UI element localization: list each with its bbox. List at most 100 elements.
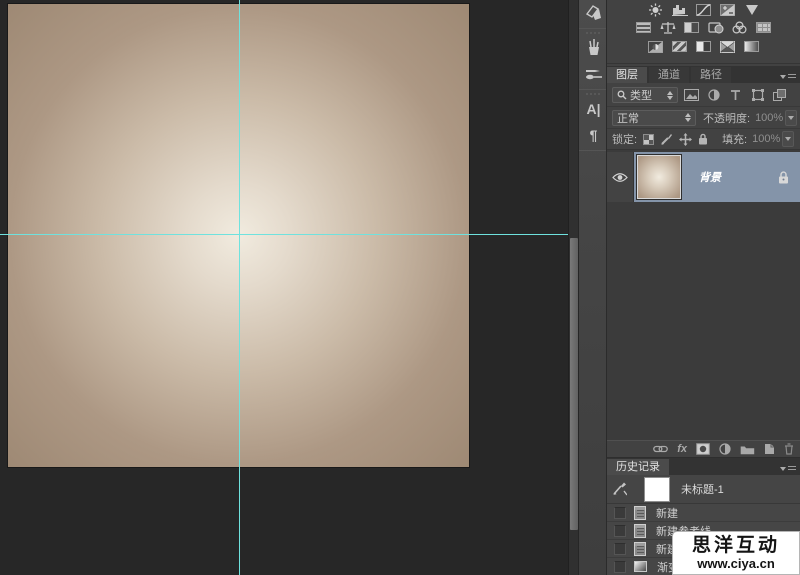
filter-kind-select[interactable]: 类型 [612, 87, 678, 103]
threshold-icon[interactable] [695, 40, 712, 53]
new-layer-icon[interactable] [764, 443, 775, 455]
snapshot-name[interactable]: 未标题-1 [681, 481, 724, 497]
snapshot-thumbnail[interactable] [644, 477, 670, 502]
history-panel-menu-button[interactable] [780, 466, 796, 472]
layer-visibility-cell[interactable] [607, 152, 634, 202]
layer-mask-icon[interactable] [696, 443, 710, 455]
black-white-icon[interactable] [683, 21, 700, 34]
invert-icon[interactable] [647, 40, 664, 53]
filter-adjustment-icon[interactable] [705, 88, 722, 103]
vertical-guide[interactable] [239, 0, 240, 575]
levels-icon[interactable] [671, 3, 688, 16]
layers-action-bar: fx [607, 440, 800, 458]
layers-panel-menu-button[interactable] [780, 74, 796, 80]
tab-channels[interactable]: 通道 [649, 67, 689, 83]
watermark-title: 思洋互动 [692, 536, 780, 556]
selective-color-icon[interactable] [743, 40, 760, 53]
filter-smart-object-icon[interactable] [771, 88, 788, 103]
fill-dropdown-button[interactable] [782, 131, 794, 147]
tab-history[interactable]: 历史记录 [607, 459, 669, 475]
brightness-contrast-icon[interactable] [647, 3, 664, 16]
dock-divider [579, 89, 606, 90]
dock-divider [579, 150, 606, 151]
photo-filter-icon[interactable] [707, 21, 724, 34]
lock-transparent-pixels-icon[interactable] [643, 134, 654, 145]
chevron-down-icon [780, 75, 786, 79]
character-panel-icon[interactable]: A| [579, 96, 608, 122]
paragraph-glyph: ¶ [590, 127, 598, 143]
history-item-label[interactable]: 新建 [656, 505, 678, 521]
delete-layer-icon[interactable] [784, 443, 794, 455]
dock-divider [579, 28, 606, 29]
watermark-url: www.ciya.cn [697, 556, 775, 571]
tool-presets-icon[interactable] [579, 61, 608, 87]
layer-list[interactable]: 背景 [607, 150, 800, 440]
gradient-step-icon [634, 561, 647, 572]
horizontal-guide[interactable] [0, 234, 568, 235]
filter-type-icon[interactable] [727, 88, 744, 103]
chevron-down-icon [785, 137, 791, 141]
layers-tabbar: 图层 通道 路径 [607, 66, 800, 83]
history-item[interactable]: 新建 [607, 504, 800, 522]
filter-shape-icon[interactable] [749, 88, 766, 103]
layer-locked-icon [778, 171, 789, 184]
channel-mixer-icon[interactable] [731, 21, 748, 34]
new-group-icon[interactable] [740, 444, 755, 455]
search-icon [617, 90, 627, 100]
filter-image-icon[interactable] [683, 88, 700, 103]
paragraph-panel-icon[interactable]: ¶ [579, 122, 608, 148]
color-lookup-icon[interactable] [755, 21, 772, 34]
updown-arrows-icon [681, 113, 691, 122]
layer-thumbnail[interactable] [637, 155, 681, 199]
menu-lines-icon [788, 466, 796, 472]
lock-position-icon[interactable] [679, 133, 692, 146]
updown-arrows-icon [663, 91, 673, 100]
menu-lines-icon [788, 74, 796, 80]
eye-icon [612, 172, 628, 183]
fill-label: 填充: [722, 131, 747, 147]
blend-mode-value: 正常 [617, 110, 639, 126]
clone-source-icon[interactable] [579, 0, 608, 26]
vertical-scrollbar[interactable] [568, 0, 578, 575]
character-glyph: A| [586, 101, 600, 117]
tab-paths[interactable]: 路径 [691, 67, 731, 83]
scrollbar-thumb[interactable] [570, 238, 578, 530]
lock-image-pixels-icon[interactable] [660, 133, 673, 146]
panel-column: 图层 通道 路径 类型 正常 不透明度: 100% 锁定: [607, 0, 800, 575]
lock-label: 锁定: [612, 131, 637, 147]
history-source-well[interactable] [614, 543, 626, 555]
history-source-well[interactable] [614, 561, 626, 573]
color-balance-icon[interactable] [659, 21, 676, 34]
brush-presets-icon[interactable] [579, 35, 608, 61]
blend-mode-select[interactable]: 正常 [612, 110, 696, 126]
opacity-dropdown-button[interactable] [785, 110, 797, 126]
history-source-well[interactable] [614, 507, 626, 519]
opacity-value[interactable]: 100% [755, 112, 783, 124]
layer-style-icon[interactable]: fx [677, 443, 687, 455]
gradient-map-icon[interactable] [719, 40, 736, 53]
fill-value[interactable]: 100% [752, 133, 780, 145]
blend-mode-row: 正常 不透明度: 100% [607, 107, 800, 129]
chevron-down-icon [780, 467, 786, 471]
new-guide-icon [634, 542, 646, 556]
history-snapshot-row[interactable]: 未标题-1 [607, 475, 800, 504]
history-source-well[interactable] [614, 525, 626, 537]
exposure-icon[interactable] [719, 3, 736, 16]
watermark: 思洋互动 www.ciya.cn [672, 531, 800, 575]
tab-layers[interactable]: 图层 [607, 67, 647, 83]
canvas-pasteboard[interactable] [0, 0, 568, 575]
posterize-icon[interactable] [671, 40, 688, 53]
background-layer-row[interactable]: 背景 [607, 152, 800, 202]
vibrance-icon[interactable] [743, 3, 760, 16]
filter-kind-label: 类型 [630, 87, 652, 103]
hue-saturation-icon[interactable] [635, 21, 652, 34]
new-document-icon [634, 506, 646, 520]
lock-all-icon[interactable] [698, 133, 708, 145]
curves-icon[interactable] [695, 3, 712, 16]
link-layers-icon[interactable] [653, 445, 668, 453]
adjustments-panel [607, 0, 800, 64]
opacity-label: 不透明度: [703, 110, 750, 126]
new-adjustment-layer-icon[interactable] [719, 443, 731, 455]
layer-name[interactable]: 背景 [699, 169, 721, 185]
history-brush-source-icon[interactable] [612, 482, 627, 496]
